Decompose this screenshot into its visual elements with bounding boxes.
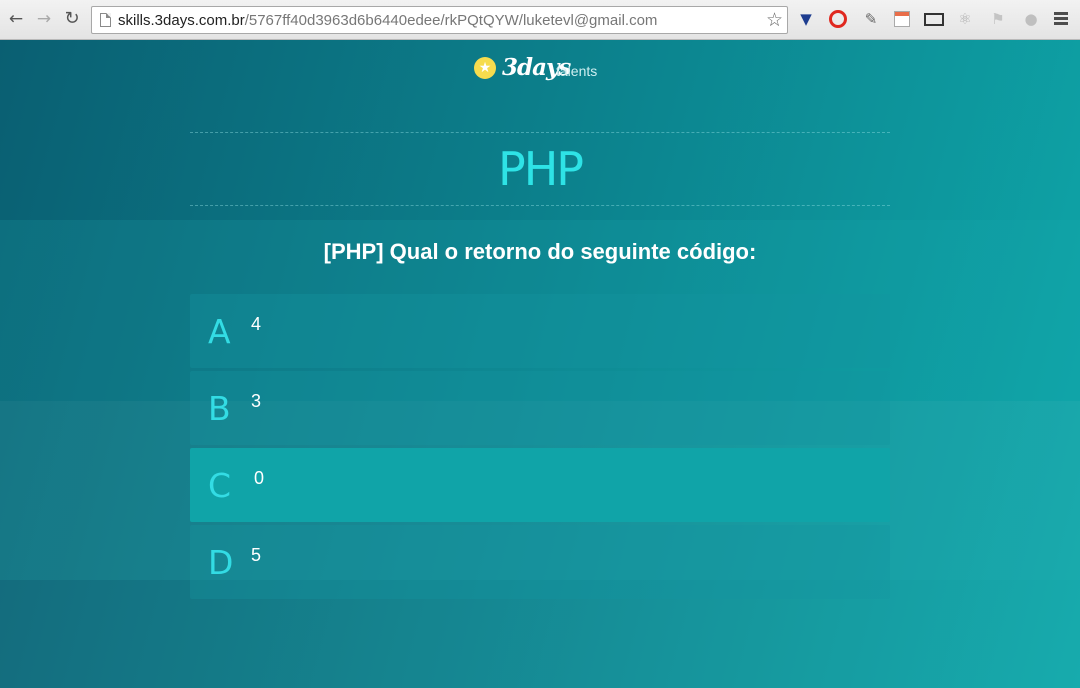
url-host: skills.3days.com.br <box>118 12 245 29</box>
extension-calendar-icon[interactable] <box>894 11 910 27</box>
forward-icon[interactable]: → <box>34 9 54 29</box>
option-text: 5 <box>251 545 262 565</box>
menu-icon[interactable] <box>1054 12 1068 27</box>
back-icon[interactable]: ← <box>6 9 26 29</box>
option-b[interactable]: B 3 <box>190 371 890 445</box>
url-text[interactable]: skills.3days.com.br/5767ff40d3963d6b6440… <box>118 12 657 29</box>
page-icon <box>100 13 111 27</box>
question-text: [PHP] Qual o retorno do seguinte código: <box>323 239 757 264</box>
bookmark-star-icon[interactable]: ☆ <box>766 9 783 31</box>
topic-title: PHP <box>497 142 584 196</box>
option-letter: A <box>208 312 231 351</box>
logo[interactable]: ★ 3days talents <box>474 54 614 87</box>
option-letter: D <box>208 543 234 582</box>
option-letter: B <box>208 389 231 428</box>
extension-react-icon[interactable]: ⚛ <box>956 10 974 28</box>
url-path: /5767ff40d3963d6b6440edee/rkPQtQYW/luket… <box>244 12 658 29</box>
browser-toolbar: ← → ↻ skills.3days.com.br/5767ff40d3963d… <box>0 0 1080 40</box>
option-text: 0 <box>254 468 265 488</box>
option-text: 3 <box>251 391 262 411</box>
quiz-page: ★ 3days talents PHP [PHP] Qual o retorno… <box>0 40 1080 688</box>
option-d[interactable]: D 5 <box>190 525 890 599</box>
option-a[interactable]: A 4 <box>190 294 890 368</box>
reload-icon[interactable]: ↻ <box>62 9 82 29</box>
option-c[interactable]: C 0 <box>190 448 890 522</box>
answer-options: A 4 B 3 C 0 D 5 <box>190 294 890 602</box>
address-bar[interactable]: skills.3days.com.br/5767ff40d3963d6b6440… <box>91 6 788 34</box>
option-letter: C <box>208 466 232 505</box>
divider <box>190 132 890 133</box>
extension-eyedropper-icon[interactable]: ✎ <box>862 10 880 28</box>
extension-bird-icon[interactable]: ▼ <box>797 10 815 28</box>
divider <box>190 205 890 206</box>
extension-user-icon[interactable]: ● <box>1022 10 1040 28</box>
logo-sub: talents <box>556 63 598 79</box>
extension-flag-icon[interactable]: ⚑ <box>989 10 1007 28</box>
star-icon: ★ <box>474 57 496 79</box>
extension-ruler-icon[interactable] <box>924 13 944 26</box>
extension-opera-icon[interactable] <box>829 10 847 28</box>
option-text: 4 <box>251 314 262 334</box>
